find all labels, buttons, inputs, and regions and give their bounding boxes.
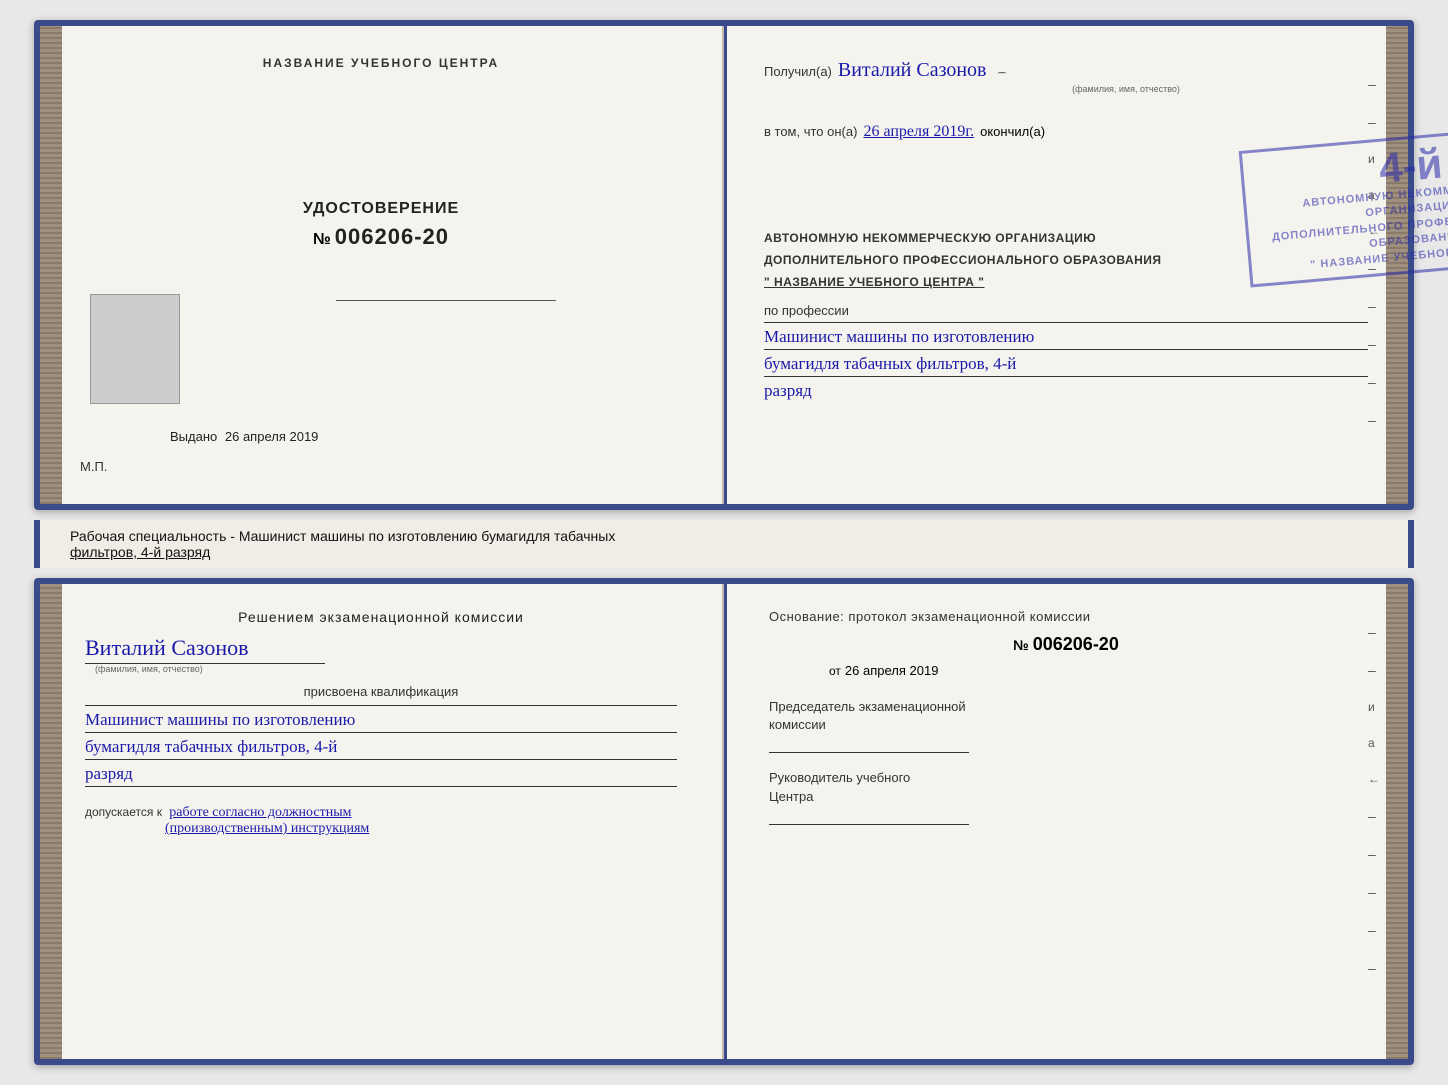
br-i-mark: и: [1368, 700, 1380, 714]
rukovod-line1: Руководитель учебного: [769, 769, 1363, 787]
br-dash6: –: [1368, 922, 1380, 938]
predsed-line2: комиссии: [769, 716, 1363, 734]
top-right-page: Получил(а) Виталий Сазонов – (фамилия, и…: [724, 26, 1408, 504]
rukovod-line2: Центра: [769, 788, 1363, 806]
dopuskaetsya-value2: (производственным) инструкциям: [165, 821, 677, 837]
right-side-marks: – – и а ← – – – – –: [1368, 76, 1380, 428]
br-dash3: –: [1368, 808, 1380, 824]
dash-r4: –: [1368, 298, 1380, 314]
bottom-right-side-marks: – – и а ← – – – – –: [1368, 624, 1380, 976]
top-left-page: НАЗВАНИЕ УЧЕБНОГО ЦЕНТРА УДОСТОВЕРЕНИЕ №…: [40, 26, 724, 504]
poluchil-label: Получил(а): [764, 64, 832, 79]
dopuskaetsya-label: допускается к: [85, 805, 162, 819]
vtom-label: в том, что он(а): [764, 124, 857, 139]
rukovod-label: Руководитель учебного Центра: [769, 769, 1363, 805]
middle-text1: Рабочая специальность - Машинист машины …: [70, 528, 1378, 544]
dash-r2: –: [1368, 114, 1380, 130]
br-dash5: –: [1368, 884, 1380, 900]
dopuskaetsya-container: допускается к работе согласно должностны…: [85, 805, 677, 837]
protocol-date: 26 апреля 2019: [845, 663, 939, 678]
vydano-date: 26 апреля 2019: [225, 429, 319, 444]
br-dash2: –: [1368, 662, 1380, 678]
num-symbol-bottom: №: [1013, 637, 1029, 653]
bottom-left-page: Решением экзаменационной комиссии Витали…: [40, 584, 724, 1059]
resheniem-label: Решением экзаменационной комиссии: [85, 609, 677, 625]
stamp-box: 4-й АВТОНОМНУЮ НЕКОММЕРЧЕСКУЮ ОРГАНИЗАЦИ…: [1239, 121, 1448, 287]
po-professii-label: по профессии: [764, 303, 1368, 318]
okonchil-label: окончил(а): [980, 124, 1045, 139]
protocol-number: 006206-20: [1033, 634, 1119, 655]
number-symbol: №: [313, 231, 331, 249]
br-a-mark: а: [1368, 736, 1380, 750]
fio-label-bottom: (фамилия, имя, отчество): [85, 664, 677, 674]
osnovaniye-label: Основание: протокол экзаменационной коми…: [769, 609, 1363, 624]
bottom-left-texture: [40, 584, 62, 1059]
training-center-title: НАЗВАНИЕ УЧЕБНОГО ЦЕНТРА: [263, 56, 499, 70]
qual-line3: разряд: [85, 764, 677, 784]
dash-poluchil: –: [999, 65, 1006, 81]
bottom-certificate-book: Решением экзаменационной комиссии Витали…: [34, 578, 1414, 1065]
dash-r6: –: [1368, 374, 1380, 390]
bottom-right-texture: [1386, 584, 1408, 1059]
vydano-line: Выдано 26 апреля 2019: [170, 429, 318, 444]
vydano-label: Выдано: [170, 429, 217, 444]
profession-line3: разряд: [764, 381, 1368, 401]
qual-line1: Машинист машины по изготовлению: [85, 710, 677, 730]
br-dash7: –: [1368, 960, 1380, 976]
middle-strip: Рабочая специальность - Машинист машины …: [34, 520, 1414, 568]
a-mark: а: [1368, 188, 1380, 202]
br-arrow-mark: ←: [1368, 772, 1380, 786]
ot-label: от: [829, 664, 841, 678]
vtom-date: 26 апреля 2019г.: [863, 123, 974, 141]
dash-r7: –: [1368, 412, 1380, 428]
cert-number-top: 006206-20: [335, 224, 449, 250]
recipient-name-top: Виталий Сазонов: [838, 59, 987, 82]
top-certificate-book: НАЗВАНИЕ УЧЕБНОГО ЦЕНТРА УДОСТОВЕРЕНИЕ №…: [34, 20, 1414, 510]
fio-label-top: (фамилия, имя, отчество): [884, 84, 1368, 94]
prisvoena-label: присвоена квалификация: [85, 684, 677, 699]
qual-line2: бумагидля табачных фильтров, 4-й: [85, 737, 677, 757]
br-dash1: –: [1368, 624, 1380, 640]
dash-r5: –: [1368, 336, 1380, 352]
bottom-right-page: Основание: протокол экзаменационной коми…: [724, 584, 1408, 1059]
photo-placeholder: [90, 294, 180, 404]
left-texture-strip: [40, 26, 62, 504]
i-mark: и: [1368, 152, 1380, 166]
dash-r1: –: [1368, 76, 1380, 92]
profession-line2: бумагидля табачных фильтров, 4-й: [764, 354, 1368, 374]
predsed-line1: Председатель экзаменационной: [769, 698, 1363, 716]
br-dash4: –: [1368, 846, 1380, 862]
dopuskaetsya-value: работе согласно должностным: [169, 805, 351, 820]
dash-r3: –: [1368, 260, 1380, 276]
recipient-name-bottom: Виталий Сазонов: [85, 635, 677, 661]
mp-label: М.П.: [80, 459, 107, 474]
arrow-mark: ←: [1368, 224, 1380, 238]
udost-label: УДОСТОВЕРЕНИЕ: [303, 200, 459, 218]
middle-text2: фильтров, 4-й разряд: [70, 544, 1378, 560]
predsed-label: Председатель экзаменационной комиссии: [769, 698, 1363, 734]
profession-line1: Машинист машины по изготовлению: [764, 327, 1368, 347]
